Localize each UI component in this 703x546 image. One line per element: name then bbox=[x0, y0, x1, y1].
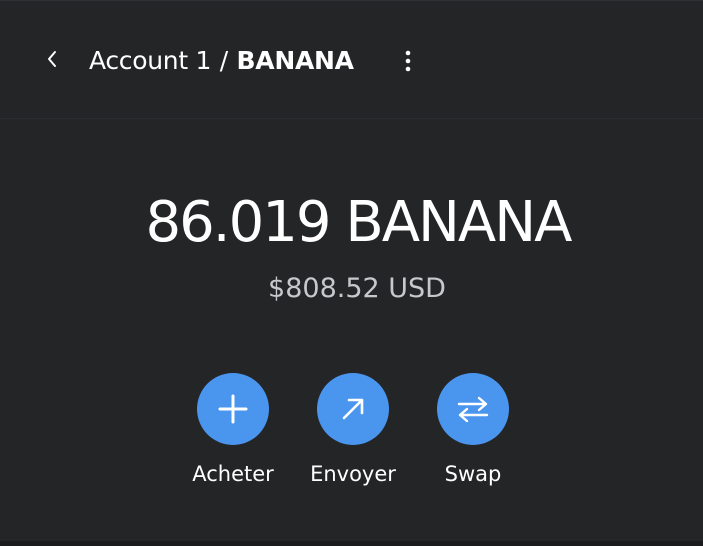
page-title: Account 1 / BANANA bbox=[89, 41, 354, 81]
token-header: Account 1 / BANANA bbox=[0, 1, 703, 119]
swap-button-circle[interactable] bbox=[437, 373, 509, 445]
token-balance: 86.019 BANANA bbox=[0, 187, 703, 259]
send-label: Envoyer bbox=[310, 462, 396, 486]
title-separator: / bbox=[219, 46, 228, 75]
buy-button[interactable]: Acheter bbox=[173, 373, 293, 488]
kebab-menu-icon bbox=[405, 50, 411, 72]
swap-button[interactable]: Swap bbox=[413, 373, 533, 488]
chevron-left-icon bbox=[48, 51, 56, 67]
back-button[interactable] bbox=[36, 41, 68, 77]
balance-symbol: BANANA bbox=[345, 190, 572, 255]
arrow-up-right-icon bbox=[342, 398, 364, 420]
more-options-button[interactable] bbox=[394, 43, 422, 79]
fiat-balance: $808.52 USD bbox=[268, 273, 446, 304]
balance-amount: 86.019 bbox=[145, 190, 332, 255]
send-button-circle[interactable] bbox=[317, 373, 389, 445]
send-button[interactable]: Envoyer bbox=[293, 373, 413, 488]
bottom-edge bbox=[0, 541, 703, 546]
buy-label: Acheter bbox=[192, 462, 274, 486]
buy-button-circle[interactable] bbox=[197, 373, 269, 445]
swap-label: Swap bbox=[444, 462, 502, 486]
token-detail-panel: Account 1 / BANANA 86.019 BANANA $808.52… bbox=[0, 0, 703, 541]
token-name: BANANA bbox=[236, 46, 354, 75]
account-name: Account 1 bbox=[89, 46, 212, 75]
swap-arrows-icon bbox=[457, 396, 489, 423]
plus-icon bbox=[218, 394, 248, 424]
